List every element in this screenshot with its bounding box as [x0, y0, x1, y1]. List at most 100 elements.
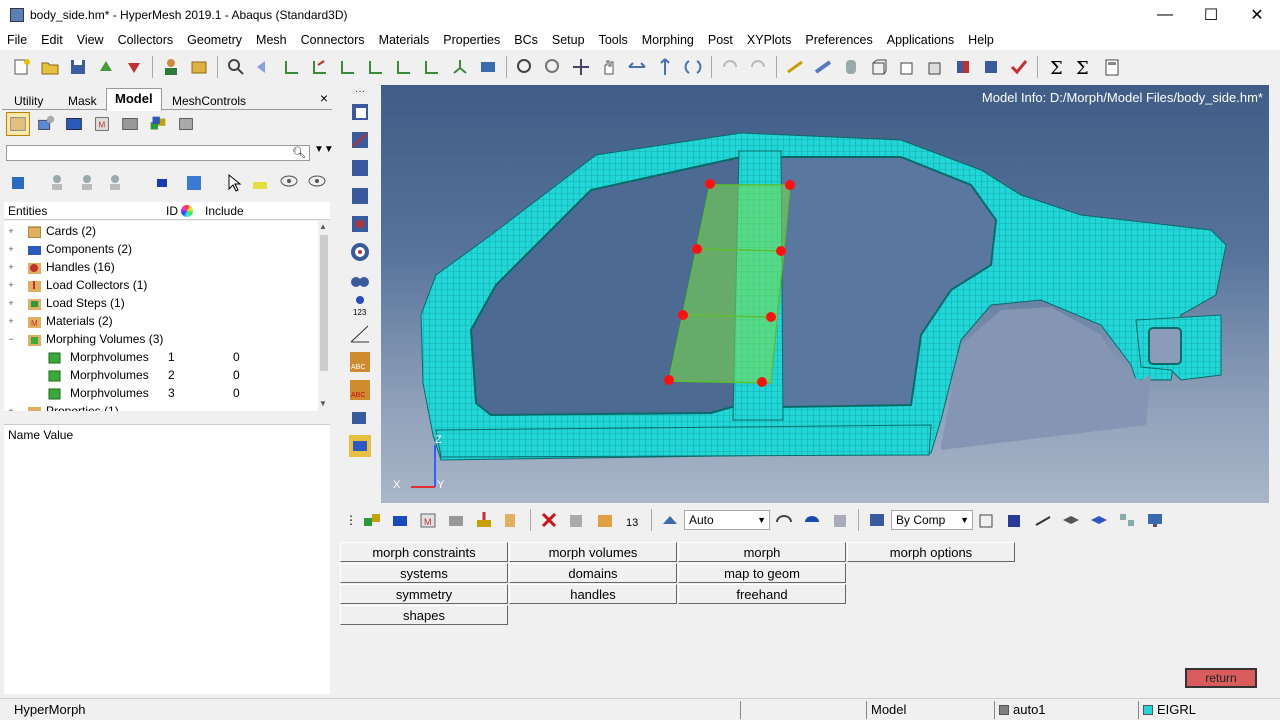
morph-constraints-button[interactable]: morph constraints [340, 542, 508, 562]
minimize-button[interactable]: — [1142, 0, 1188, 30]
show-elements-icon[interactable] [348, 156, 372, 180]
view-options-icon[interactable] [477, 56, 499, 78]
menu-edit[interactable]: Edit [34, 30, 70, 50]
model-browser-icon[interactable] [188, 56, 210, 78]
browser-search-input[interactable]: 🔍︎ [6, 145, 310, 161]
load-collector-tool-icon[interactable] [473, 509, 495, 531]
section-cut-icon[interactable] [952, 56, 974, 78]
view-yx-icon[interactable] [309, 56, 331, 78]
component-view-icon[interactable] [62, 112, 86, 136]
renumber-icon[interactable]: 13 [622, 509, 644, 531]
visualization-mode-select[interactable]: Auto ▼ [684, 510, 770, 530]
cylinder-icon[interactable] [840, 56, 862, 78]
menu-connectors[interactable]: Connectors [294, 30, 372, 50]
mask-icon[interactable] [348, 100, 372, 124]
display-all-icon[interactable] [10, 172, 32, 194]
column-entities[interactable]: Entities [8, 204, 47, 218]
save-model-icon[interactable] [67, 56, 89, 78]
zoom-fit-icon[interactable] [542, 56, 564, 78]
map-to-geom-button[interactable]: map to geom [678, 563, 846, 583]
graphics-viewport[interactable]: Model Info: D:/Morph/Model Files/body_si… [381, 85, 1269, 503]
menu-mesh[interactable]: Mesh [249, 30, 294, 50]
center-icon[interactable] [570, 56, 592, 78]
entity-view-icon[interactable] [6, 112, 30, 136]
new-model-icon[interactable] [11, 56, 33, 78]
wireframe-mode-icon[interactable] [976, 509, 998, 531]
morph-volumes-button[interactable]: morph volumes [509, 542, 677, 562]
hide-elements-icon[interactable] [348, 184, 372, 208]
symmetry-button[interactable]: symmetry [340, 584, 508, 604]
color-by-icon[interactable] [866, 509, 888, 531]
expand-icon[interactable]: + [6, 312, 16, 330]
tab-meshcontrols[interactable]: MeshControls [164, 91, 254, 111]
find-attached-icon[interactable] [348, 212, 372, 236]
search-options-icon[interactable]: ▼▼ [314, 144, 334, 155]
display-mode-icon[interactable] [184, 172, 206, 194]
tree-row-properties[interactable]: + Properties (1) [4, 402, 318, 411]
tree-row-cards[interactable]: + Cards (2) [4, 222, 318, 240]
highlight-icon[interactable] [250, 172, 272, 194]
2d-display-icon[interactable] [1060, 509, 1082, 531]
column-id[interactable]: ID [166, 204, 178, 218]
expand-icon[interactable]: + [6, 240, 16, 258]
menu-post[interactable]: Post [701, 30, 740, 50]
maximize-button[interactable]: ☐ [1188, 0, 1234, 30]
view-zy-icon[interactable] [421, 56, 443, 78]
morph-button[interactable]: morph [678, 542, 846, 562]
user-profile-icon[interactable] [160, 56, 182, 78]
close-panel-icon[interactable]: × [320, 90, 328, 106]
status-current-component[interactable]: auto1 [994, 701, 1136, 719]
isolate-tree-icon[interactable] [104, 172, 126, 194]
view-yz-icon[interactable] [393, 56, 415, 78]
menu-materials[interactable]: Materials [372, 30, 437, 50]
rotate-vertical-icon[interactable] [654, 56, 676, 78]
find-icon[interactable] [225, 56, 247, 78]
transparency-icon[interactable] [801, 509, 823, 531]
freehand-button[interactable]: freehand [678, 584, 846, 604]
transform-icon[interactable] [348, 406, 372, 430]
export-icon[interactable] [123, 56, 145, 78]
numbers-icon[interactable]: 123 [348, 294, 372, 318]
expand-icon[interactable]: + [6, 258, 16, 276]
binoculars-icon[interactable] [348, 268, 372, 292]
zoom-window-icon[interactable] [514, 56, 536, 78]
include-view-icon[interactable] [146, 112, 170, 136]
shading-icon[interactable] [659, 509, 681, 531]
component-color-icon[interactable] [154, 172, 176, 194]
status-current-loadcol[interactable]: EIGRL [1138, 701, 1280, 719]
spin-icon[interactable] [682, 56, 704, 78]
color-by-select[interactable]: By Comp ▼ [891, 510, 973, 530]
reverse-display-icon[interactable] [348, 240, 372, 264]
3d-display-icon[interactable] [1088, 509, 1110, 531]
tree-row-materials[interactable]: + M Materials (2) [4, 312, 318, 330]
shapes-button[interactable]: shapes [340, 605, 508, 625]
menu-preferences[interactable]: Preferences [798, 30, 879, 50]
car-body-side-mesh[interactable]: Z X Y [381, 85, 1269, 503]
expand-icon[interactable]: + [6, 294, 16, 312]
tree-row-morphvolume-1[interactable]: Morphvolumes 1 0 [4, 348, 318, 366]
properties-collector-icon[interactable] [445, 509, 467, 531]
tree-row-load-steps[interactable]: + Load Steps (1) [4, 294, 318, 312]
scroll-up-icon[interactable]: ▲ [319, 222, 327, 231]
display-settings-icon[interactable] [1144, 509, 1166, 531]
tab-model[interactable]: Model [106, 88, 162, 111]
plane-icon[interactable] [348, 434, 372, 458]
menu-applications[interactable]: Applications [880, 30, 961, 50]
close-window-button[interactable]: ✕ [1234, 0, 1280, 30]
tree-row-morphvolume-2[interactable]: Morphvolumes 2 0 [4, 366, 318, 384]
label-abc-red-icon[interactable]: ABC [348, 378, 372, 402]
tree-row-components[interactable]: + Components (2) [4, 240, 318, 258]
scrollbar-thumb[interactable] [320, 235, 328, 371]
mesh-cube-icon[interactable] [896, 56, 918, 78]
calculator-icon[interactable] [1101, 56, 1123, 78]
previous-view-icon[interactable] [253, 56, 275, 78]
distance-icon[interactable] [812, 56, 834, 78]
expand-icon[interactable]: + [6, 402, 16, 411]
column-include[interactable]: Include [205, 204, 244, 218]
shaded-cube-icon[interactable] [924, 56, 946, 78]
layers-icon[interactable] [1116, 509, 1138, 531]
menu-bcs[interactable]: BCs [507, 30, 545, 50]
show-one-eye-icon[interactable] [306, 172, 328, 194]
tree-scrollbar[interactable]: ▲ ▼ [318, 221, 330, 411]
components-collector-icon[interactable] [361, 509, 383, 531]
